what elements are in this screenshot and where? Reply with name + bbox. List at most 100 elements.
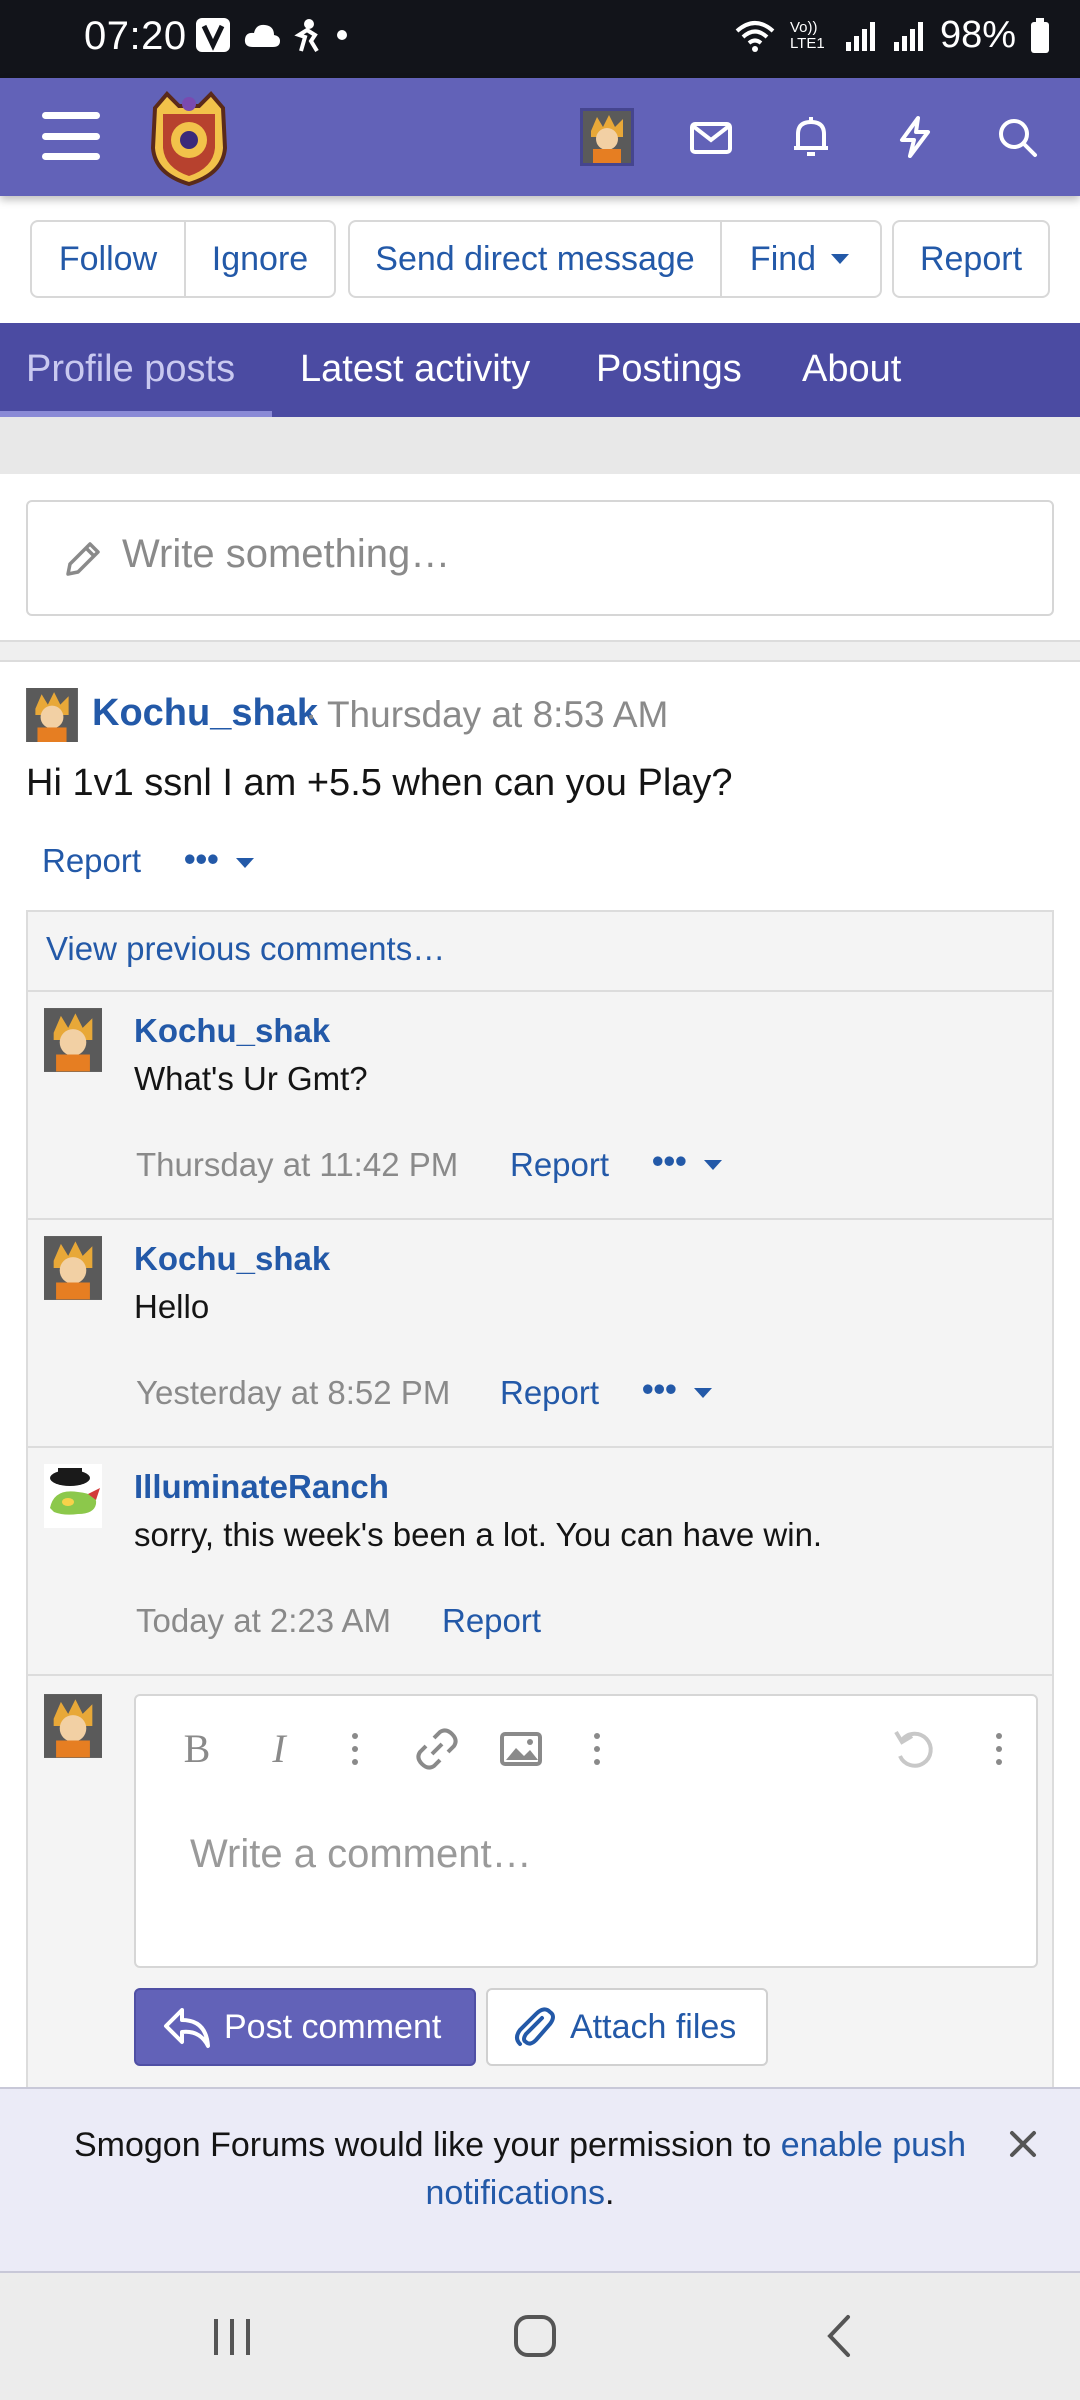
notice-text-before: Smogon Forums would like your permission… [73, 2126, 781, 2164]
home-icon[interactable] [512, 2313, 558, 2359]
comment-body: Hello [134, 1288, 210, 1325]
comment-timestamp[interactable]: Today at 2:23 AM [136, 1602, 391, 1640]
view-previous-link[interactable]: View previous comments… [46, 930, 445, 968]
recents-icon[interactable] [210, 2315, 254, 2359]
comments-section: View previous comments… Kochu_shak What'… [26, 910, 1054, 2090]
chevron-down-icon [693, 1388, 712, 1398]
comment-report-link[interactable]: Report [510, 1146, 609, 1184]
italic-icon[interactable]: I [256, 1726, 302, 1772]
svg-text:B: B [184, 1726, 211, 1771]
comment-editor[interactable]: B I Write a comment… [134, 1694, 1038, 1968]
avatar[interactable] [580, 108, 634, 166]
comment-reply-form: B I Write a comment… Post comment Attach… [28, 1676, 1052, 2092]
more-dots: ••• [642, 1370, 677, 1407]
comment-author[interactable]: Kochu_shak [134, 1012, 330, 1050]
more-vertical-icon[interactable] [976, 1726, 1022, 1772]
post-comment-button[interactable]: Post comment [134, 1988, 476, 2066]
more-vertical-icon[interactable] [332, 1726, 378, 1772]
tab-latest-activity[interactable]: Latest activity [274, 323, 556, 417]
view-previous-comments[interactable]: View previous comments… [28, 912, 1052, 992]
post-body: Hi 1v1 ssnl I am +5.5 when can you Play? [26, 762, 733, 804]
site-logo[interactable] [145, 90, 233, 186]
cloud-icon [244, 24, 280, 47]
comment-report-link[interactable]: Report [442, 1602, 541, 1640]
comment-item: Kochu_shak What's Ur Gmt? Thursday at 11… [28, 992, 1052, 1220]
more-vertical-icon[interactable] [574, 1726, 620, 1772]
volte-label: Vo)) LTE1 [789, 18, 825, 52]
ignore-button[interactable]: Ignore [184, 220, 336, 298]
status-right: Vo)) LTE1 98% [734, 14, 1050, 57]
paperclip-icon [515, 2007, 555, 2046]
send-direct-message-button[interactable]: Send direct message [348, 220, 722, 298]
signal-icon [893, 21, 923, 51]
post-author[interactable]: Kochu_shak [92, 692, 318, 735]
avatar[interactable] [26, 688, 78, 742]
attach-files-button[interactable]: Attach files [486, 1988, 768, 2066]
back-icon[interactable] [820, 2313, 856, 2359]
comment-author[interactable]: IlluminateRanch [134, 1468, 389, 1506]
comment-body: What's Ur Gmt? [134, 1060, 368, 1097]
profile-tabs: Profile posts Latest activity Postings A… [0, 323, 1080, 417]
push-notice-text: Smogon Forums would like your permission… [60, 2121, 980, 2217]
post-time-text: Thursday at 8:53 AM [326, 694, 669, 735]
comment-author[interactable]: Kochu_shak [134, 1240, 330, 1278]
find-button[interactable]: Find [720, 220, 882, 298]
comment-more-menu[interactable]: ••• [642, 1370, 714, 1408]
bolt-icon[interactable] [890, 112, 940, 162]
comment-item: Kochu_shak Hello Yesterday at 8:52 PM Re… [28, 1220, 1052, 1448]
tab-about[interactable]: About [776, 323, 927, 417]
comment-placeholder: Write a comment… [190, 1832, 532, 1876]
divider-band [0, 417, 1080, 474]
section-divider [0, 640, 1080, 662]
report-profile-button[interactable]: Report [892, 220, 1050, 298]
chevron-down-icon [235, 858, 254, 868]
top-navbar [0, 78, 1080, 196]
mail-icon[interactable] [686, 112, 736, 162]
avatar[interactable] [44, 1236, 102, 1300]
search-icon[interactable] [992, 112, 1042, 162]
system-navigation-bar [0, 2273, 1080, 2400]
close-icon[interactable] [1006, 2127, 1040, 2161]
status-time: 07:20 [84, 14, 187, 58]
comment-item: IlluminateRanch sorry, this week's been … [28, 1448, 1052, 1676]
image-icon[interactable] [498, 1726, 544, 1772]
push-notification-banner: Smogon Forums would like your permission… [0, 2087, 1080, 2273]
comment-report-link[interactable]: Report [500, 1374, 599, 1412]
status-bar: 07:20 Vo)) LTE1 98% [0, 0, 1080, 78]
chevron-down-icon [703, 1160, 722, 1170]
post-timestamp[interactable]: · Thursday at 8:53 AM [305, 694, 668, 736]
figure-icon [294, 19, 319, 53]
wifi-icon [735, 20, 775, 52]
comment-more-menu[interactable]: ••• [652, 1142, 724, 1180]
post-separator: · [305, 694, 318, 735]
notice-text-after: . [605, 2174, 615, 2212]
bold-icon[interactable]: B [174, 1726, 220, 1772]
more-dots: ••• [184, 840, 219, 877]
avatar[interactable] [44, 1008, 102, 1072]
find-label: Find [749, 239, 817, 278]
comment-timestamp[interactable]: Yesterday at 8:52 PM [136, 1374, 450, 1412]
post-report-link[interactable]: Report [42, 842, 141, 880]
v-badge-icon [196, 18, 230, 52]
comment-timestamp[interactable]: Thursday at 11:42 PM [136, 1146, 458, 1184]
svg-text:I: I [271, 1726, 287, 1771]
tab-postings[interactable]: Postings [570, 323, 768, 417]
follow-button[interactable]: Follow [30, 220, 186, 298]
post-more-menu[interactable]: ••• [184, 840, 256, 878]
undo-icon[interactable] [890, 1726, 936, 1772]
write-something-input[interactable]: Write something… [26, 500, 1054, 616]
chevron-down-icon [831, 254, 850, 264]
attach-files-label: Attach files [570, 2007, 737, 2046]
avatar[interactable] [44, 1464, 102, 1528]
avatar [44, 1694, 102, 1758]
comment-body: sorry, this week's been a lot. You can h… [134, 1516, 823, 1553]
status-left-icons [195, 17, 349, 53]
tab-profile-posts[interactable]: Profile posts [0, 323, 272, 417]
battery-icon [1031, 17, 1049, 53]
menu-icon[interactable] [42, 112, 100, 160]
bell-icon[interactable] [786, 112, 836, 162]
write-something-placeholder: Write something… [122, 532, 451, 576]
link-icon[interactable] [414, 1726, 460, 1772]
reply-icon [164, 2008, 210, 2048]
battery-percent: 98% [939, 14, 1016, 56]
